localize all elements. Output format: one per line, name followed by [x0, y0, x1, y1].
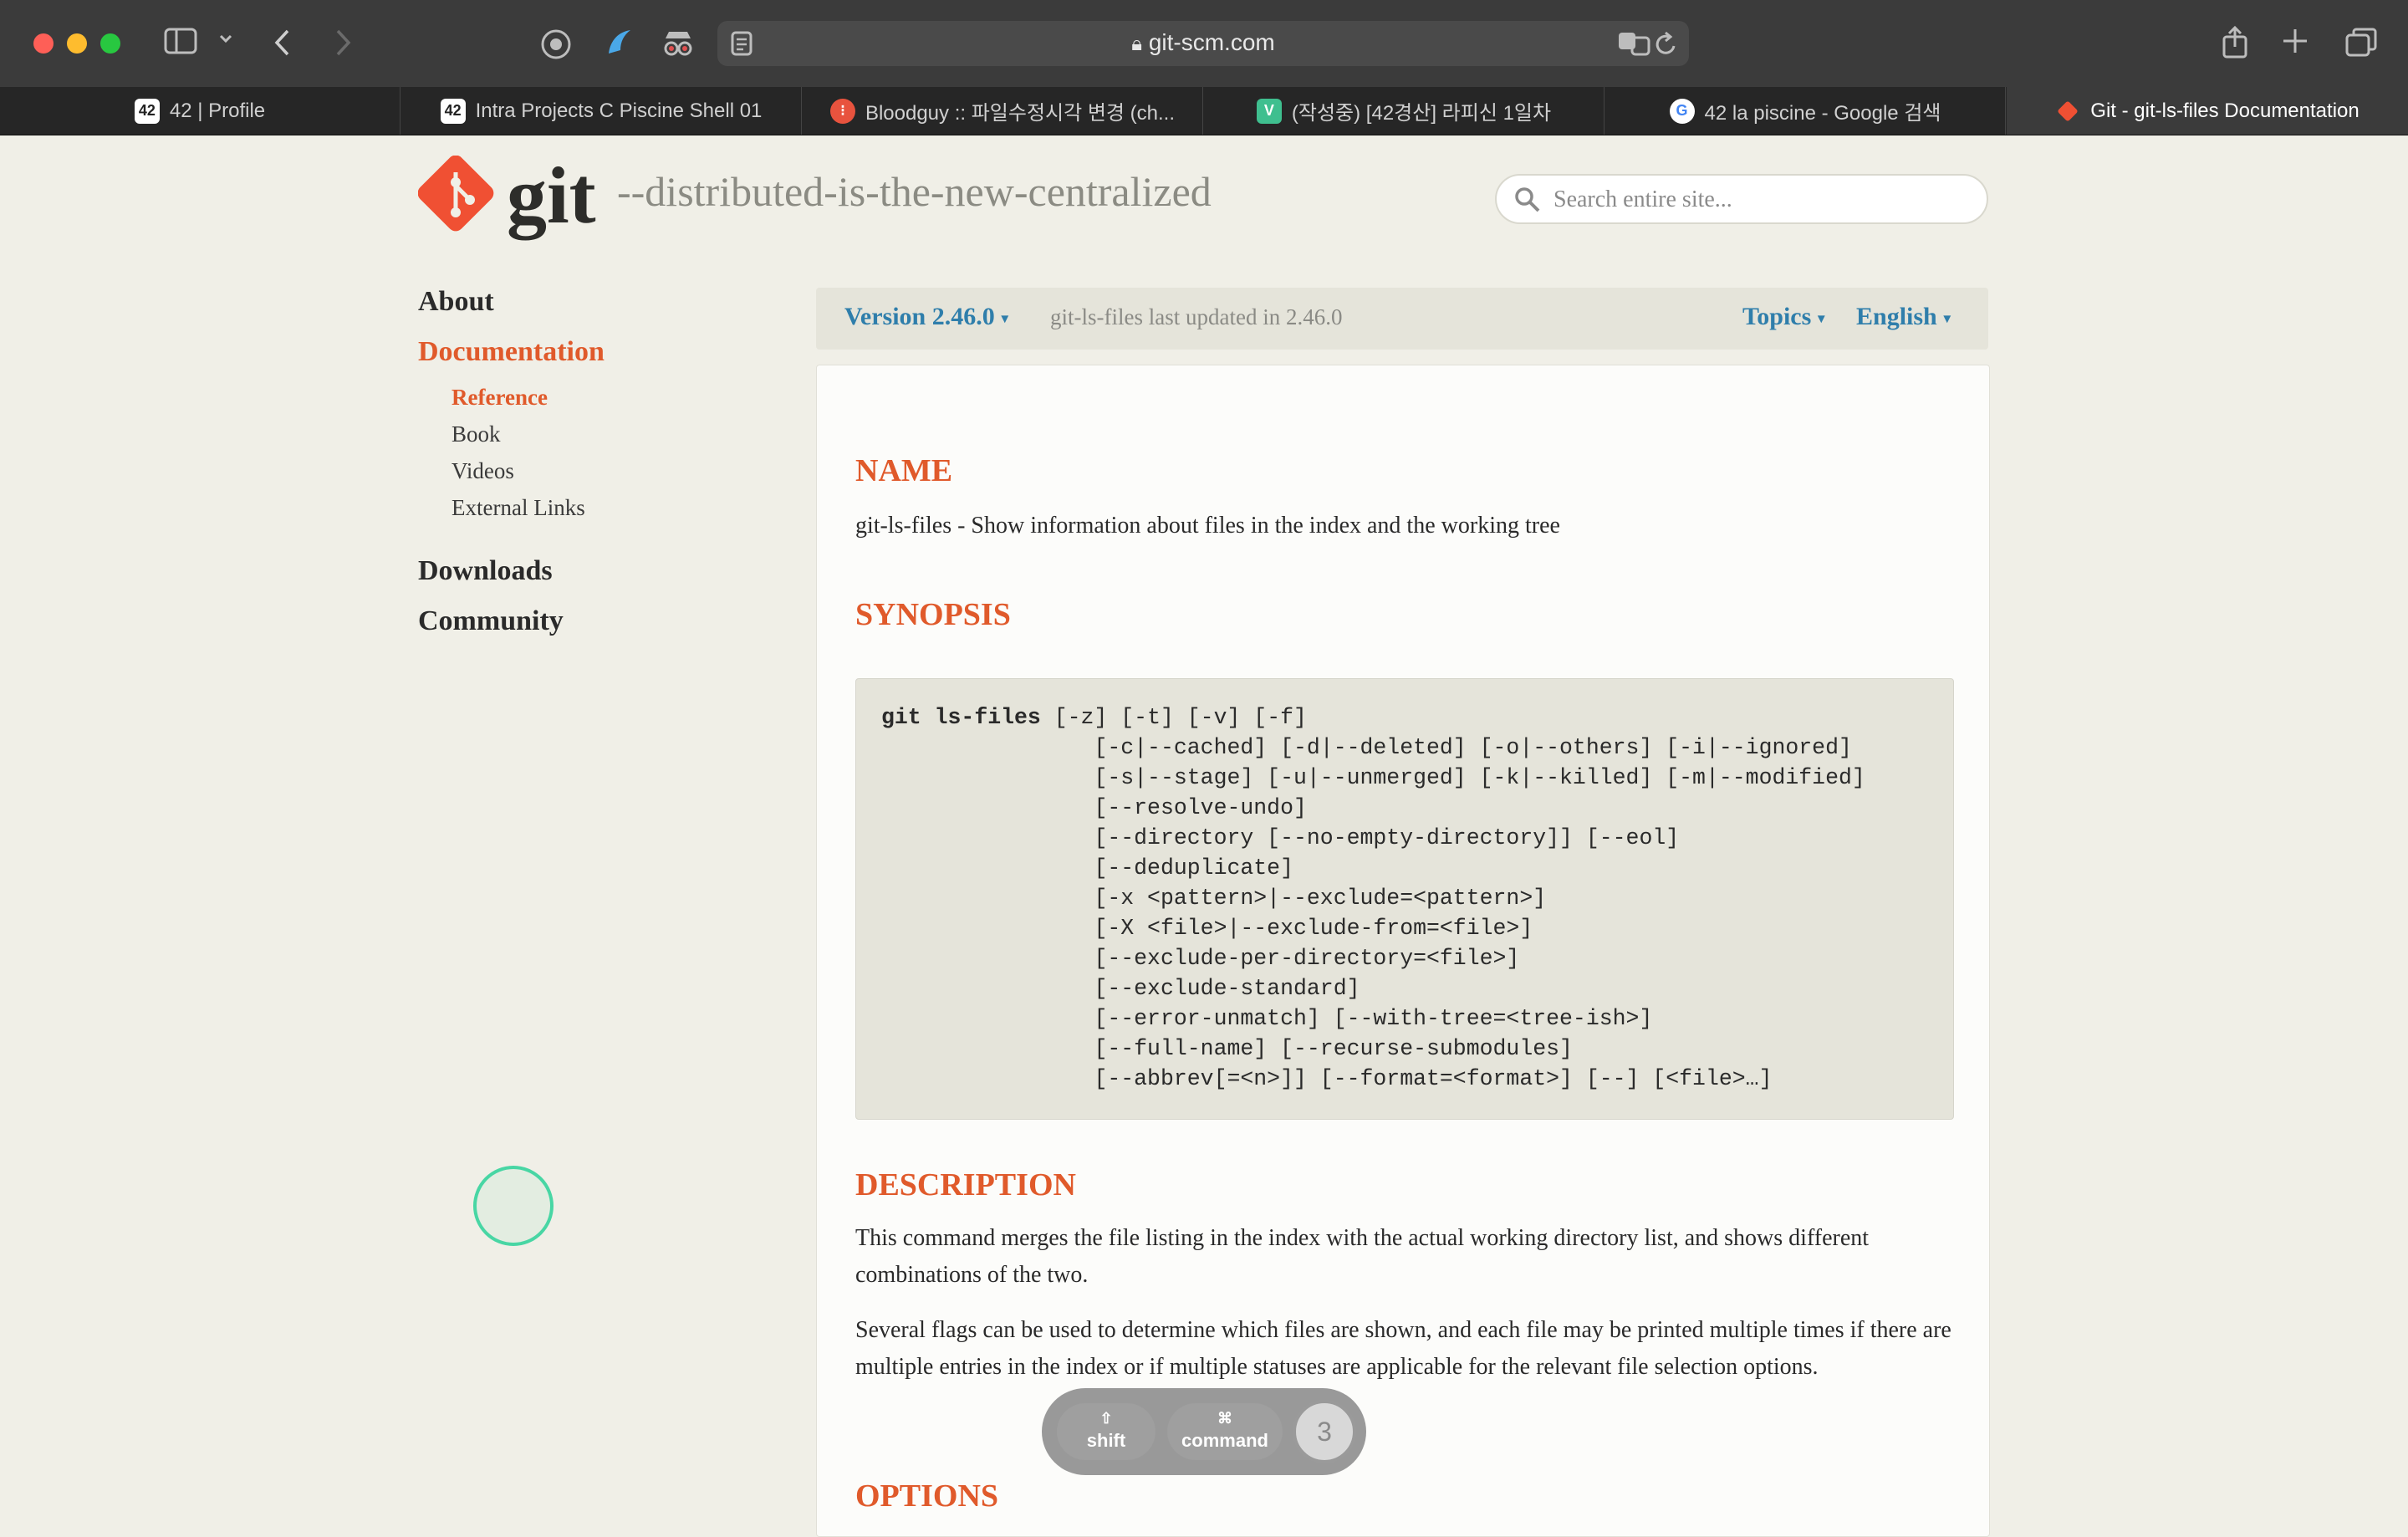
key-label: command	[1181, 1430, 1268, 1451]
search-icon	[1513, 186, 1542, 218]
velog-icon: V	[1256, 98, 1282, 124]
synopsis-line: [-s|--stage] [-u|--unmerged] [-k|--kille…	[881, 765, 1865, 790]
nav-community[interactable]: Community	[418, 605, 564, 637]
tab-git-ls-files[interactable]: Git - git-ls-files Documentation	[2007, 87, 2408, 135]
key-label: shift	[1086, 1430, 1126, 1451]
synopsis-heading: SYNOPSIS	[855, 597, 1011, 632]
tab-bloodguy[interactable]: ⁝ Bloodguy :: 파일수정시각 변경 (ch...	[803, 87, 1203, 135]
42-icon: 42	[440, 98, 466, 124]
minimize-window-button[interactable]	[67, 33, 87, 54]
synopsis-code: git ls-files [-z] [-t] [-v] [-f] [-c|--c…	[881, 702, 1865, 1094]
synopsis-line: [--full-name] [--recurse-submodules]	[881, 1036, 1573, 1061]
site-search[interactable]	[1495, 174, 1988, 224]
synopsis-line: [--deduplicate]	[881, 855, 1293, 881]
logo-text: git	[507, 151, 596, 240]
git-icon	[2055, 99, 2080, 124]
forward-icon[interactable]	[331, 27, 355, 62]
tistory-icon: ⁝	[829, 98, 855, 124]
caret-down-icon: ▾	[1001, 309, 1009, 327]
zoom-window-button[interactable]	[100, 33, 120, 54]
shift-key: ⇧ shift	[1057, 1403, 1156, 1460]
synopsis-line: [--exclude-standard]	[881, 976, 1360, 1001]
tab-velog-draft[interactable]: V (작성중) [42경산] 라피신 1일차	[1204, 87, 1604, 135]
language-dropdown[interactable]: English ▾	[1856, 303, 1951, 331]
url-text: git-scm.com	[1148, 29, 1275, 55]
name-heading: NAME	[855, 453, 953, 488]
nav-documentation[interactable]: Documentation	[418, 336, 605, 368]
topics-dropdown[interactable]: Topics ▾	[1742, 303, 1825, 331]
tab-title: 42 | Profile	[169, 99, 266, 122]
synopsis-line: [--error-unmatch] [--with-tree=<tree-ish…	[881, 1006, 1653, 1031]
tab-intra-projects[interactable]: 42 Intra Projects C Piscine Shell 01	[401, 87, 802, 135]
record-extension-icon[interactable]	[540, 28, 572, 64]
documentation-panel: NAME git-ls-files - Show information abo…	[816, 365, 1990, 1537]
synopsis-line: [-z] [-t] [-v] [-f]	[1040, 705, 1307, 730]
click-indicator	[473, 1166, 554, 1246]
back-icon[interactable]	[271, 27, 294, 62]
tab-title: (작성중) [42경산] 라피신 1일차	[1291, 102, 1552, 125]
synopsis-line: [--abbrev[=<n>]] [--format=<format>] [--…	[881, 1066, 1773, 1091]
tab-title: Intra Projects C Piscine Shell 01	[475, 99, 763, 122]
url-display[interactable]: 🔒︎ git-scm.com	[717, 29, 1689, 56]
new-tab-icon[interactable]	[2281, 27, 2309, 59]
site-tagline: --distributed-is-the-new-centralized	[617, 168, 1212, 215]
lock-icon: 🔒︎	[1131, 33, 1143, 55]
version-label: Version 2.46.0	[844, 303, 995, 330]
tab-title: 42 la piscine - Google 검색	[1704, 102, 1941, 125]
version-dropdown[interactable]: Version 2.46.0 ▾	[844, 303, 1008, 331]
git-logo[interactable]: git	[417, 151, 602, 243]
tab-google-search[interactable]: G 42 la piscine - Google 검색	[1605, 87, 2006, 135]
nav-external-links[interactable]: External Links	[452, 495, 585, 521]
description-paragraph-1: This command merges the file listing in …	[855, 1225, 1870, 1288]
bird-extension-icon[interactable]	[602, 25, 635, 62]
tab-bar: 42 42 | Profile 42 Intra Projects C Pisc…	[0, 87, 2408, 135]
synopsis-line: [-c|--cached] [-d|--deleted] [-o|--other…	[881, 735, 1852, 760]
version-bar: Version 2.46.0 ▾ git-ls-files last updat…	[816, 288, 1988, 350]
description-paragraph-2: Several flags can be used to determine w…	[855, 1317, 1951, 1380]
nav-reference[interactable]: Reference	[452, 385, 548, 411]
command-key: ⌘ command	[1167, 1403, 1283, 1460]
close-window-button[interactable]	[33, 33, 54, 54]
nav-videos[interactable]: Videos	[452, 458, 514, 484]
nav-book[interactable]: Book	[452, 421, 501, 447]
42-icon: 42	[134, 98, 160, 124]
browser-toolbar: 🔒︎ git-scm.com	[0, 0, 2408, 88]
synopsis-line: [-X <file>|--exclude-from=<file>]	[881, 916, 1533, 941]
spy-extension-icon[interactable]	[661, 28, 696, 64]
version-note: git-ls-files last updated in 2.46.0	[1050, 304, 1343, 329]
nav-downloads[interactable]: Downloads	[418, 555, 553, 587]
synopsis-command: git ls-files	[881, 705, 1041, 730]
language-label: English	[1856, 303, 1937, 330]
address-bar[interactable]: 🔒︎ git-scm.com	[717, 21, 1689, 66]
shift-icon: ⇧	[1099, 1410, 1113, 1427]
tab-title: Bloodguy :: 파일수정시각 변경 (ch...	[865, 102, 1176, 125]
synopsis-line: [--directory [--no-empty-directory]] [--…	[881, 825, 1680, 850]
description-heading: DESCRIPTION	[855, 1167, 1076, 1203]
reload-icon[interactable]	[1654, 31, 1679, 61]
caret-down-icon: ▾	[1943, 309, 1951, 327]
synopsis-line: [-x <pattern>|--exclude=<pattern>]	[881, 886, 1547, 911]
tab-overview-icon[interactable]	[2344, 27, 2378, 62]
synopsis-code-block: git ls-files [-z] [-t] [-v] [-f] [-c|--c…	[855, 678, 1954, 1120]
topics-label: Topics	[1742, 303, 1812, 330]
options-heading: OPTIONS	[855, 1478, 999, 1514]
share-icon[interactable]	[2221, 25, 2249, 62]
git-logo-icon	[417, 155, 494, 232]
keystroke-count: 3	[1293, 1400, 1356, 1463]
nav-about[interactable]: About	[418, 286, 494, 318]
tab-title: Git - git-ls-files Documentation	[2090, 99, 2360, 122]
translate-icon[interactable]	[1617, 31, 1652, 59]
name-text: git-ls-files - Show information about fi…	[855, 513, 1560, 539]
tab-42-profile[interactable]: 42 42 | Profile	[0, 87, 400, 135]
keystroke-overlay: ⇧ shift ⌘ command 3	[1042, 1388, 1366, 1475]
search-input[interactable]	[1552, 184, 1973, 216]
google-icon: G	[1669, 98, 1695, 124]
caret-down-icon: ▾	[1817, 309, 1825, 327]
page-content: git --distributed-is-the-new-centralized…	[0, 135, 2408, 1537]
synopsis-line: [--exclude-per-directory=<file>]	[881, 946, 1520, 971]
command-icon: ⌘	[1217, 1410, 1232, 1427]
sidebar-toggle-icon[interactable]	[164, 27, 197, 59]
chevron-down-icon[interactable]	[217, 30, 234, 50]
synopsis-line: [--resolve-undo]	[881, 795, 1307, 820]
